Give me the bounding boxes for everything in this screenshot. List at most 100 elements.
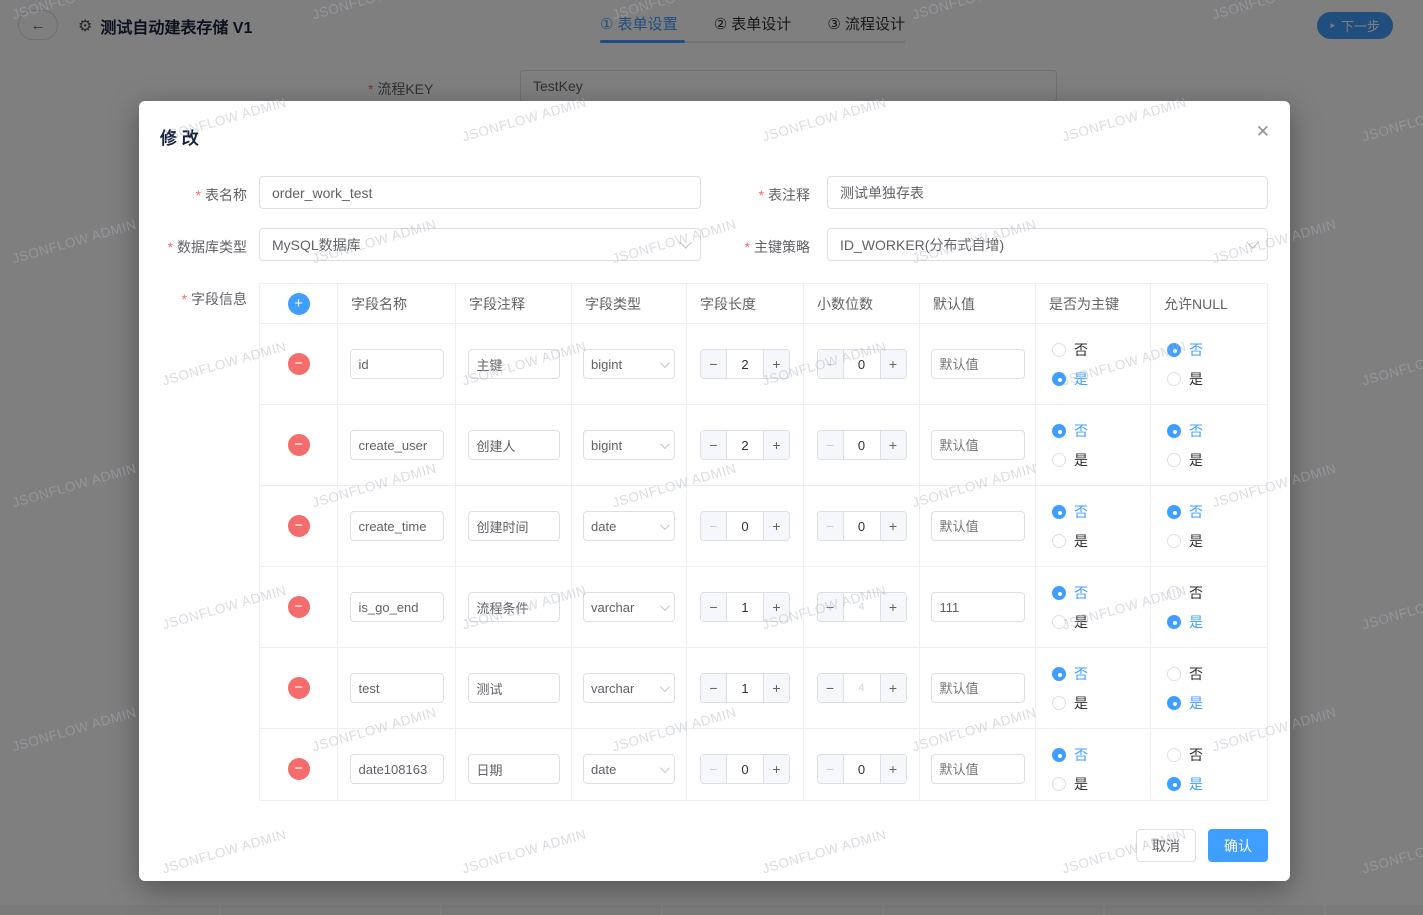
allow-null-no-radio[interactable]: 否 (1167, 583, 1203, 603)
field-info-label: 字段信息 (139, 289, 247, 309)
default-value-input[interactable] (931, 511, 1025, 541)
close-icon[interactable]: ✕ (1256, 123, 1270, 140)
increment-button[interactable]: + (880, 431, 906, 459)
field-type-select[interactable]: bigint (583, 349, 675, 379)
field-name-input[interactable] (350, 754, 444, 784)
decrement-button[interactable]: − (818, 431, 844, 459)
primary-key-yes-radio[interactable]: 是 (1052, 369, 1088, 389)
decrement-button[interactable]: − (701, 350, 727, 378)
primary-key-yes-radio[interactable]: 是 (1052, 531, 1088, 551)
cancel-button[interactable]: 取消 (1136, 829, 1196, 862)
decrement-button[interactable]: − (818, 593, 844, 621)
decrement-button[interactable]: − (818, 350, 844, 378)
field-type-select[interactable]: bigint (583, 430, 675, 460)
decrement-button[interactable]: − (701, 593, 727, 621)
decrement-button[interactable]: − (701, 431, 727, 459)
increment-button[interactable]: + (763, 593, 789, 621)
field-type-select[interactable]: date (583, 754, 675, 784)
table-comment-label: 表注释 (699, 185, 810, 205)
allow-null-yes-radio[interactable]: 是 (1167, 450, 1203, 470)
increment-button[interactable]: + (880, 674, 906, 702)
field-name-input[interactable] (350, 592, 444, 622)
table-comment-input[interactable] (827, 176, 1268, 209)
allow-null-yes-radio[interactable]: 是 (1167, 693, 1203, 713)
decimal-digits-stepper: − 4 + (817, 592, 907, 622)
primary-key-radio-group: 否 是 (1036, 340, 1088, 389)
table-name-input[interactable] (259, 176, 701, 209)
primary-key-no-radio[interactable]: 否 (1052, 421, 1088, 441)
remove-field-button[interactable]: − (288, 758, 310, 780)
column-header: 字段长度 (687, 284, 804, 323)
default-value-input[interactable] (931, 349, 1025, 379)
primary-key-yes-radio[interactable]: 是 (1052, 612, 1088, 632)
remove-field-button[interactable]: − (288, 353, 310, 375)
remove-field-button[interactable]: − (288, 677, 310, 699)
field-comment-input[interactable] (468, 592, 560, 622)
increment-button[interactable]: + (880, 593, 906, 621)
field-type-select[interactable]: varchar (583, 673, 675, 703)
increment-button[interactable]: + (763, 512, 789, 540)
increment-button[interactable]: + (880, 512, 906, 540)
radio-icon (1167, 372, 1181, 386)
remove-field-button[interactable]: − (288, 596, 310, 618)
field-type-select[interactable]: date (583, 511, 675, 541)
allow-null-no-radio[interactable]: 否 (1167, 745, 1203, 765)
field-comment-input[interactable] (468, 349, 560, 379)
default-value-input[interactable] (931, 754, 1025, 784)
primary-key-no-radio[interactable]: 否 (1052, 502, 1088, 522)
decimal-digits-stepper: − 0 + (817, 349, 907, 379)
allow-null-yes-radio[interactable]: 是 (1167, 531, 1203, 551)
primary-key-yes-radio[interactable]: 是 (1052, 774, 1088, 794)
allow-null-no-radio[interactable]: 否 (1167, 502, 1203, 522)
decrement-button[interactable]: − (701, 674, 727, 702)
primary-key-no-radio[interactable]: 否 (1052, 745, 1088, 765)
pk-strategy-label: 主键策略 (699, 237, 810, 257)
allow-null-no-radio[interactable]: 否 (1167, 664, 1203, 684)
allow-null-yes-radio[interactable]: 是 (1167, 369, 1203, 389)
increment-button[interactable]: + (763, 755, 789, 783)
increment-button[interactable]: + (880, 350, 906, 378)
field-name-input[interactable] (350, 430, 444, 460)
radio-icon (1052, 586, 1066, 600)
allow-null-yes-radio[interactable]: 是 (1167, 774, 1203, 794)
increment-button[interactable]: + (763, 431, 789, 459)
allow-null-yes-radio[interactable]: 是 (1167, 612, 1203, 632)
primary-key-yes-radio[interactable]: 是 (1052, 693, 1088, 713)
primary-key-no-radio[interactable]: 否 (1052, 583, 1088, 603)
db-type-select[interactable]: MySQL数据库 (259, 228, 701, 261)
field-comment-input[interactable] (468, 430, 560, 460)
decrement-button[interactable]: − (818, 755, 844, 783)
remove-field-button[interactable]: − (288, 434, 310, 456)
radio-icon (1052, 505, 1066, 519)
decrement-button[interactable]: − (818, 512, 844, 540)
allow-null-no-radio[interactable]: 否 (1167, 421, 1203, 441)
field-comment-input[interactable] (468, 511, 560, 541)
increment-button[interactable]: + (763, 674, 789, 702)
primary-key-yes-radio[interactable]: 是 (1052, 450, 1088, 470)
confirm-button[interactable]: 确认 (1208, 829, 1268, 862)
decrement-button[interactable]: − (701, 512, 727, 540)
add-field-button[interactable]: + (288, 293, 310, 315)
field-name-input[interactable] (350, 511, 444, 541)
decrement-button[interactable]: − (818, 674, 844, 702)
primary-key-radio-group: 否 是 (1036, 664, 1088, 713)
default-value-input[interactable] (931, 673, 1025, 703)
field-name-input[interactable] (350, 673, 444, 703)
chevron-down-icon (1246, 236, 1259, 249)
field-name-input[interactable] (350, 349, 444, 379)
increment-button[interactable]: + (880, 755, 906, 783)
remove-field-button[interactable]: − (288, 515, 310, 537)
default-value-input[interactable] (931, 592, 1025, 622)
primary-key-no-radio[interactable]: 否 (1052, 340, 1088, 360)
field-length-stepper: − 2 + (700, 349, 790, 379)
decrement-button[interactable]: − (701, 755, 727, 783)
field-comment-input[interactable] (468, 754, 560, 784)
field-comment-input[interactable] (468, 673, 560, 703)
primary-key-no-radio[interactable]: 否 (1052, 664, 1088, 684)
edit-dialog: 修 改 ✕ 表名称 表注释 数据库类型 MySQL数据库 主键策略 ID_WOR… (139, 101, 1290, 881)
field-type-select[interactable]: varchar (583, 592, 675, 622)
allow-null-no-radio[interactable]: 否 (1167, 340, 1203, 360)
default-value-input[interactable] (931, 430, 1025, 460)
pk-strategy-select[interactable]: ID_WORKER(分布式自增) (827, 228, 1268, 261)
increment-button[interactable]: + (763, 350, 789, 378)
